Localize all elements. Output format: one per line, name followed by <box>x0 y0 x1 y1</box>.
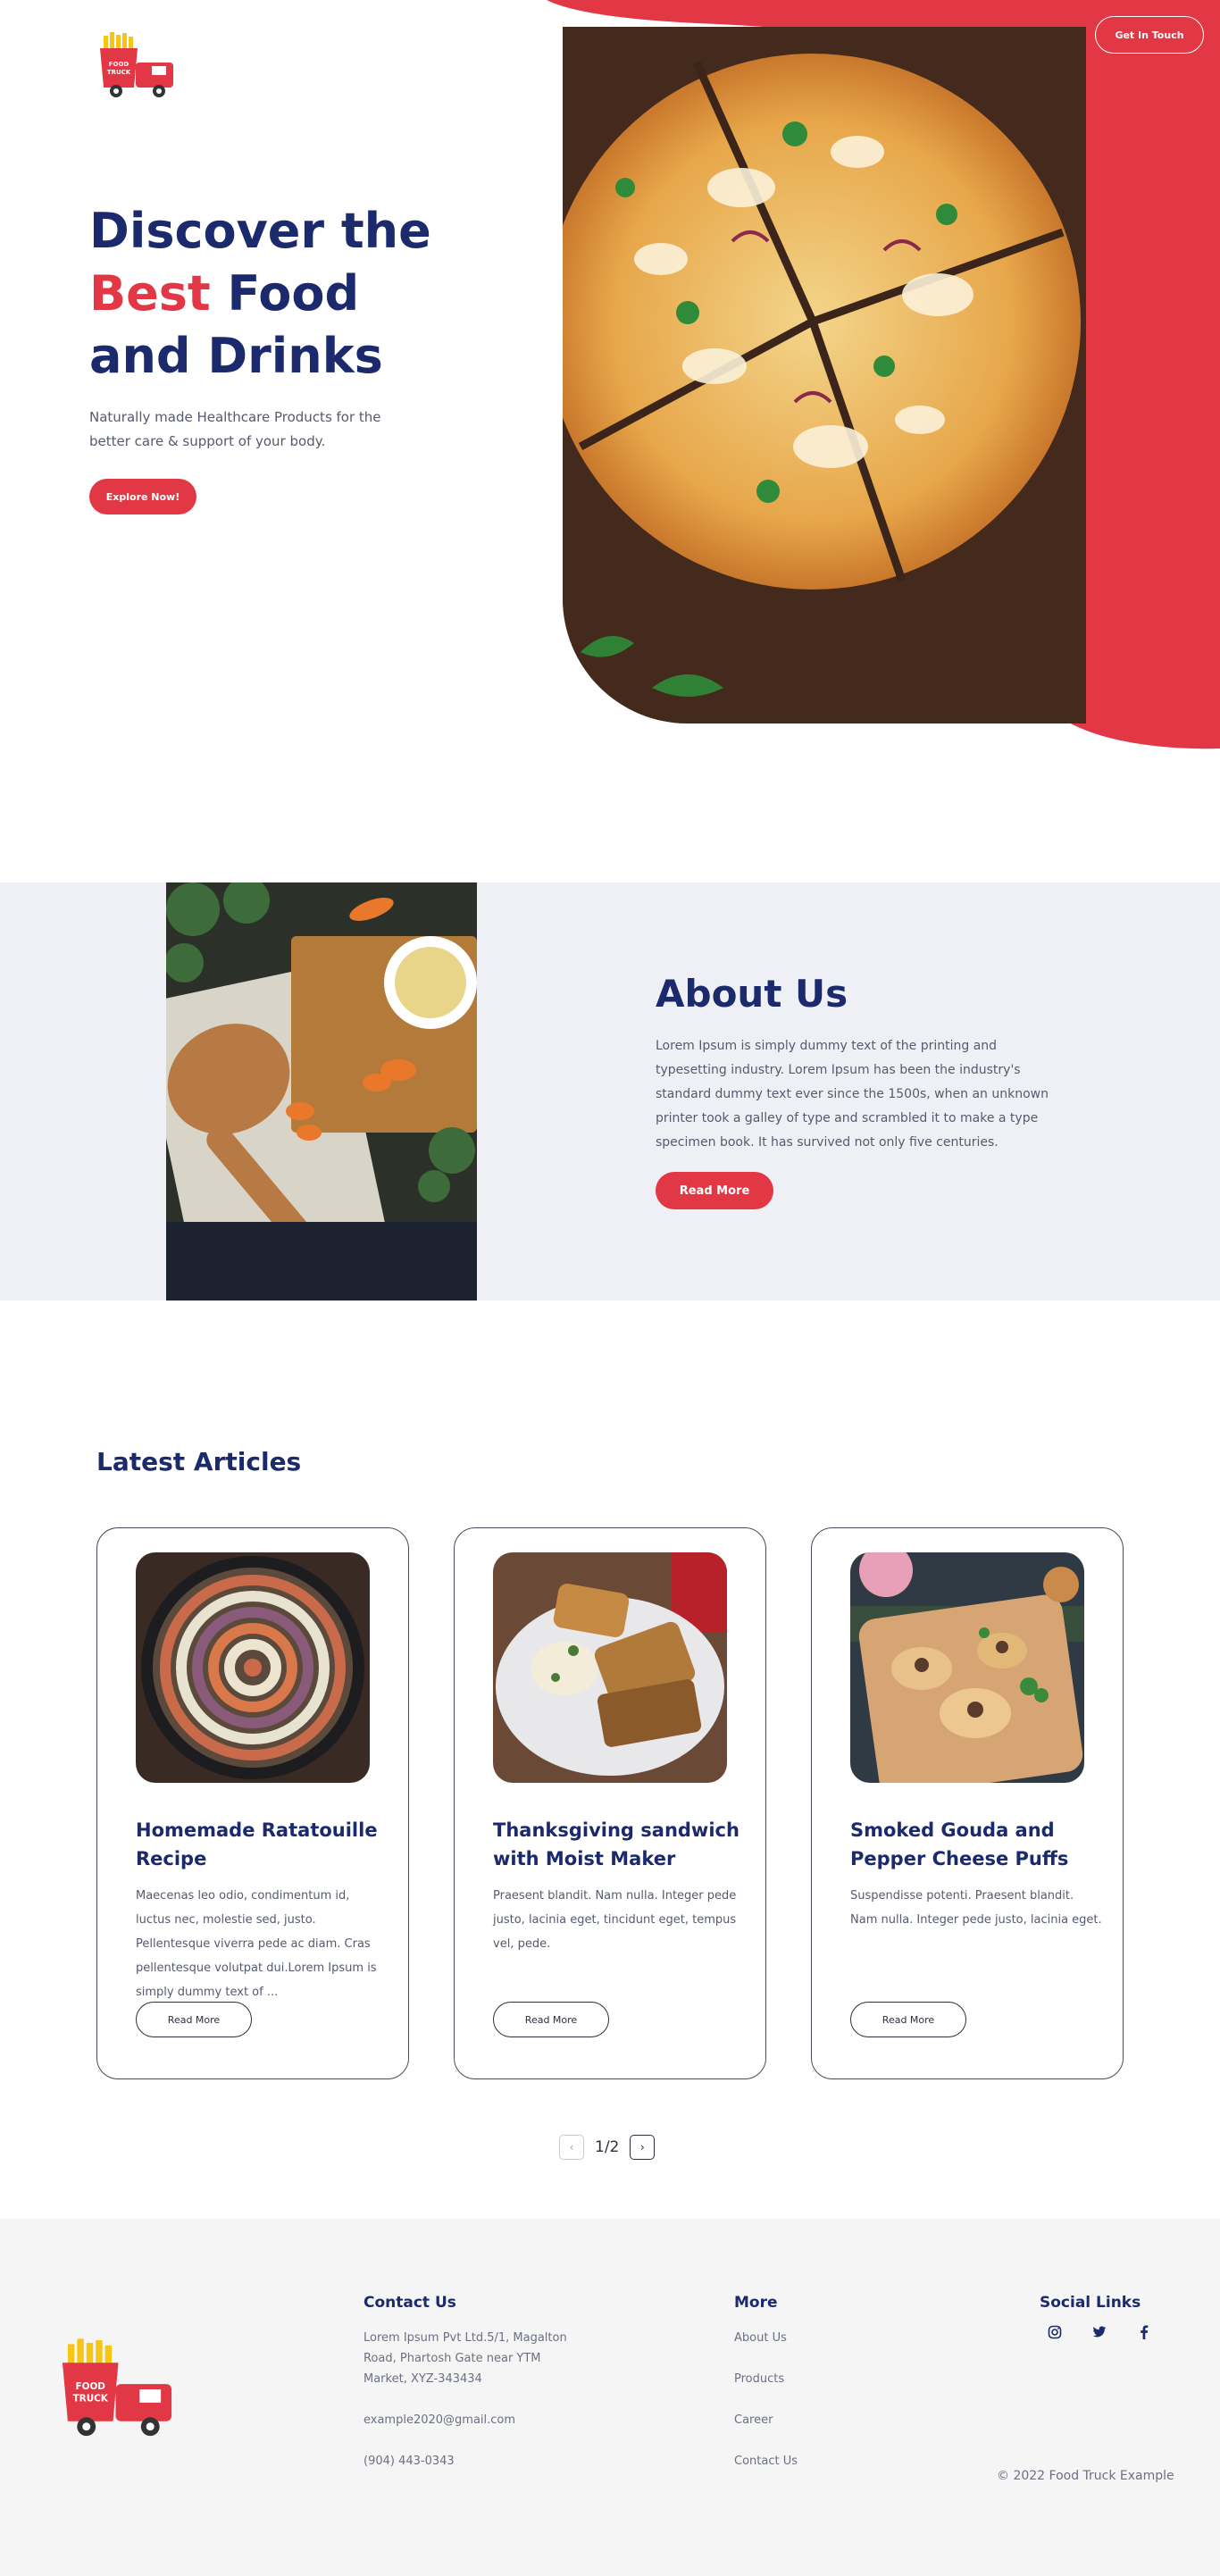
copyright-text: © 2022 Food Truck Example <box>997 2469 1174 2483</box>
instagram-icon[interactable] <box>1047 2324 1063 2340</box>
hero-pizza-image <box>563 27 1086 723</box>
svg-text:TRUCK: TRUCK <box>107 69 131 76</box>
prev-page-button[interactable]: ‹ <box>559 2135 584 2160</box>
contact-address: Lorem Ipsum Pvt Ltd.5/1, Magalton Road, … <box>363 2331 567 2386</box>
pagination: ‹ 1/2 › <box>559 2135 656 2160</box>
about-section: About Us Lorem Ipsum is simply dummy tex… <box>0 882 1220 1301</box>
footer-link-career[interactable]: Career <box>734 2410 877 2451</box>
twitter-icon[interactable] <box>1091 2324 1107 2340</box>
article-card: Thanksgiving sandwich with Moist Maker P… <box>454 1527 766 2079</box>
footer-link-contact-us[interactable]: Contact Us <box>734 2451 877 2492</box>
article-title[interactable]: Thanksgiving sandwich with Moist Maker <box>493 1816 752 1873</box>
footer-link-products[interactable]: Products <box>734 2369 877 2410</box>
article-card: Smoked Gouda and Pepper Cheese Puffs Sus… <box>811 1527 1124 2079</box>
latest-articles-title: Latest Articles <box>96 1447 302 1476</box>
article-read-more-button[interactable]: Read More <box>850 2002 966 2037</box>
about-text: Lorem Ipsum is simply dummy text of the … <box>656 1039 1049 1150</box>
svg-text:FOOD: FOOD <box>75 2381 105 2392</box>
food-truck-logo[interactable]: FOOD TRUCK <box>96 32 177 104</box>
article-read-more-button[interactable]: Read More <box>136 2002 252 2037</box>
social-heading: Social Links <box>1040 2294 1141 2312</box>
social-icons <box>1040 2324 1191 2340</box>
hero-title-accent: Best <box>89 265 211 322</box>
footer-link-about-us[interactable]: About Us <box>734 2328 877 2369</box>
svg-text:FOOD: FOOD <box>109 61 130 68</box>
footer: FOOD TRUCK Contact Us Lorem Ipsum Pvt Lt… <box>0 2219 1220 2576</box>
article-excerpt: Suspendisse potenti. Praesent blandit. N… <box>850 1889 1102 1927</box>
article-title[interactable]: Smoked Gouda and Pepper Cheese Puffs <box>850 1816 1109 1873</box>
page-indicator: 1/2 <box>595 2138 620 2156</box>
contact-phone[interactable]: (904) 443-0343 <box>363 2451 578 2471</box>
article-image <box>850 1552 1084 1783</box>
article-card: Homemade Ratatouille Recipe Maecenas leo… <box>96 1527 409 2079</box>
about-title: About Us <box>656 972 848 1016</box>
next-page-button[interactable]: › <box>630 2135 656 2160</box>
article-image <box>136 1552 370 1783</box>
footer-social: Social Links <box>1040 2294 1191 2340</box>
svg-text:TRUCK: TRUCK <box>73 2393 109 2404</box>
explore-now-button[interactable]: Explore Now! <box>89 479 196 514</box>
get-in-touch-button[interactable]: Get In Touch <box>1095 16 1204 54</box>
hero-title: Discover the Best Food and Drinks <box>89 200 500 388</box>
contact-heading: Contact Us <box>363 2294 456 2312</box>
hero-title-line1: Discover the <box>89 203 431 259</box>
about-image <box>166 882 477 1301</box>
article-read-more-button[interactable]: Read More <box>493 2002 609 2037</box>
article-title[interactable]: Homemade Ratatouille Recipe <box>136 1816 395 1873</box>
contact-email[interactable]: example2020@gmail.com <box>363 2410 578 2430</box>
article-image <box>493 1552 727 1783</box>
hero-title-line2: Food <box>210 265 360 322</box>
about-read-more-button[interactable]: Read More <box>656 1172 773 1209</box>
hero-section: FOOD TRUCK Get In Touch Discover the Bes… <box>0 0 1220 759</box>
more-heading: More <box>734 2294 778 2312</box>
hero-title-line3: and Drinks <box>89 328 383 384</box>
article-excerpt: Maecenas leo odio, condimentum id, luctu… <box>136 1889 377 1999</box>
footer-food-truck-logo[interactable]: FOOD TRUCK <box>57 2338 177 2446</box>
article-excerpt: Praesent blandit. Nam nulla. Integer ped… <box>493 1889 737 1951</box>
footer-more: More About Us Products Career Contact Us <box>734 2294 877 2492</box>
facebook-icon[interactable] <box>1136 2324 1152 2340</box>
hero-subtitle: Naturally made Healthcare Products for t… <box>89 409 381 449</box>
footer-contact: Contact Us Lorem Ipsum Pvt Ltd.5/1, Maga… <box>363 2294 578 2471</box>
